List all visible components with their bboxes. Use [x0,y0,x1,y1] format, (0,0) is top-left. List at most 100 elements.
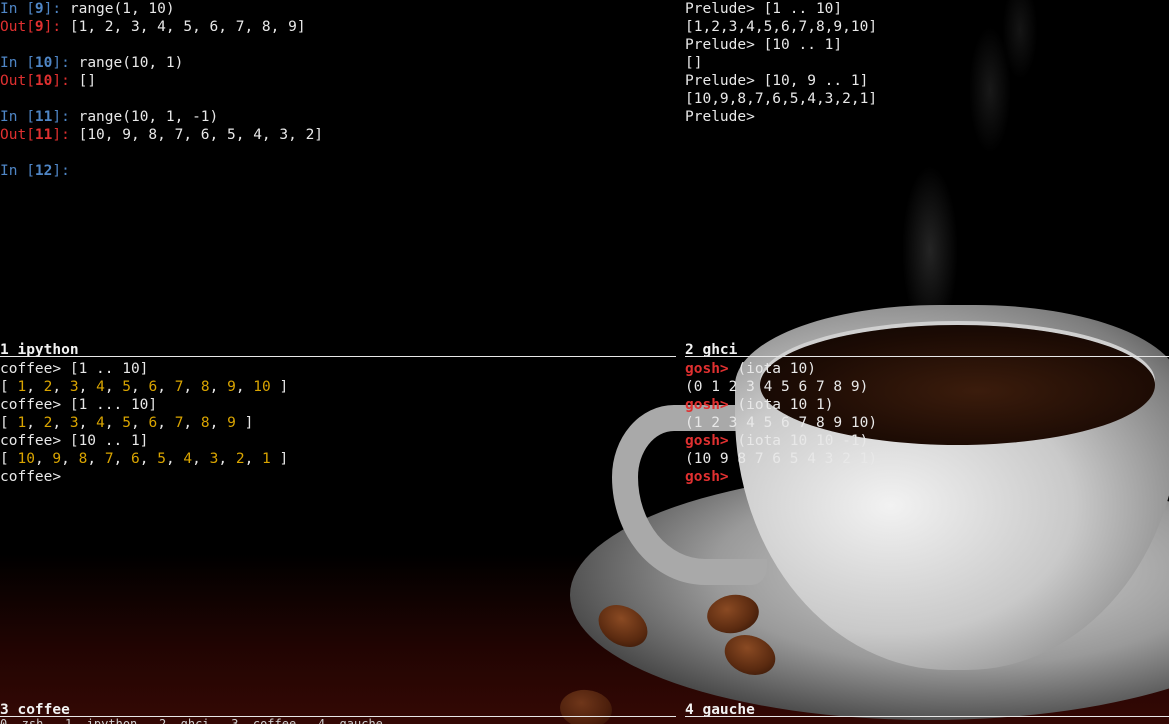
array-number: 5 [122,415,132,431]
pane-ghci[interactable]: Prelude> [1 .. 10] [1,2,3,4,5,6,7,8,9,10]… [685,0,1169,343]
gosh-command: (iota 10 1) [737,397,834,413]
array-number: 6 [148,379,158,395]
prompt-number: 10 [34,73,53,89]
array-separator: , [209,415,228,431]
array-separator: , [157,415,175,431]
ipython-output-line: Out[10]: [] [0,72,676,90]
array-separator: , [78,415,97,431]
array-number: 5 [157,451,166,467]
array-open-bracket: [ [0,415,18,431]
array-number: 1 [17,415,27,431]
array-separator: , [192,451,210,467]
coffee-input-line: coffee> [10 .. 1] [0,432,676,450]
array-number: 10 [17,451,35,467]
prompt-number: 9 [34,1,44,17]
gosh-prompt: gosh> [685,361,738,377]
ghci-line: [1,2,3,4,5,6,7,8,9,10] [685,19,878,35]
array-close-bracket: ] [279,451,289,467]
in-prompt: In [9]: [0,1,70,17]
array-separator: , [104,415,123,431]
out-prompt: Out[9]: [0,19,70,35]
in-prompt: In [12]: [0,163,79,179]
in-prompt: In [11]: [0,109,79,125]
ghci-line: Prelude> [1 .. 10] [685,1,843,17]
array-number: 1 [262,451,271,467]
ipython-output-line: Out[9]: [1, 2, 3, 4, 5, 6, 7, 8, 9] [0,18,676,36]
array-separator: , [113,451,132,467]
pane-ipython[interactable]: In [9]: range(1, 10) Out[9]: [1, 2, 3, 4,… [0,0,676,343]
coffee-input-line: coffee> [1 ... 10] [0,396,676,414]
ghci-line: Prelude> [685,109,755,125]
array-separator: , [183,379,201,395]
ghci-line: [10,9,8,7,6,5,4,3,2,1] [685,91,878,107]
array-separator: , [209,379,228,395]
pane-divider [0,356,676,357]
coffee-prompt: coffee> [0,361,70,377]
gosh-input-line: gosh> (iota 10) [685,360,1169,378]
pane-gauche[interactable]: gosh> (iota 10) (0 1 2 3 4 5 6 7 8 9) gosh… [685,360,1169,703]
output-value: [10, 9, 8, 7, 6, 5, 4, 3, 2] [78,127,324,143]
out-prompt: Out[10]: [0,73,79,89]
gauche-session: gosh> (iota 10) (0 1 2 3 4 5 6 7 8 9) gosh… [685,360,1169,486]
array-open-bracket: [ [0,379,18,395]
ipython-input-line: In [9]: range(1, 10) [0,0,676,18]
coffee-output-line: [ 10, 9, 8, 7, 6, 5, 4, 3, 2, 1 ] [0,450,676,468]
array-number: 7 [104,451,114,467]
array-number: 4 [183,451,193,467]
gosh-prompt: gosh> [685,397,738,413]
array-number: 6 [148,415,158,431]
array-separator: , [26,415,44,431]
array-separator: , [183,415,201,431]
array-close-bracket: ] [279,379,289,395]
prompt-number: 9 [34,19,44,35]
coffee-prompt: coffee> [0,469,62,485]
array-number: 6 [131,451,140,467]
array-number: 4 [96,415,105,431]
coffee-command: [10 .. 1] [69,433,149,449]
pane-divider [0,716,676,717]
gosh-output-line: (1 2 3 4 5 6 7 8 9 10) [685,415,878,431]
array-number: 3 [69,415,79,431]
array-separator: , [218,451,236,467]
array-close-bracket: ] [244,415,254,431]
array-open-bracket: [ [0,451,18,467]
array-separator [271,451,280,467]
array-separator: , [244,451,263,467]
array-separator [236,415,245,431]
gosh-prompt: gosh> [685,433,738,449]
ipython-input-line: In [12]: [0,162,676,180]
ghci-session: Prelude> [1 .. 10] [1,2,3,4,5,6,7,8,9,10]… [685,0,1169,126]
pane-divider [685,356,1169,357]
gosh-output-line: (0 1 2 3 4 5 6 7 8 9) [685,379,869,395]
coffee-session: coffee> [1 .. 10] [ 1, 2, 3, 4, 5, 6, 7, … [0,360,676,486]
array-separator: , [104,379,123,395]
out-prompt: Out[11]: [0,127,79,143]
gosh-command: (iota 10 10 -1) [737,433,869,449]
prompt-number: 11 [34,109,53,125]
pane-coffee[interactable]: coffee> [1 .. 10] [ 1, 2, 3, 4, 5, 6, 7, … [0,360,676,703]
array-separator: , [157,379,175,395]
coffee-command: [1 .. 10] [69,361,149,377]
coffee-input-line: coffee> [1 .. 10] [0,360,676,378]
array-separator: , [165,451,184,467]
output-value: [1, 2, 3, 4, 5, 6, 7, 8, 9] [69,19,306,35]
ghci-line: Prelude> [10 .. 1] [685,37,843,53]
tmux-window-list[interactable]: 0 zsh 1 ipython 2 ghci 3 coffee 4 gauche [0,718,1169,724]
gosh-command: (iota 10) [737,361,816,377]
array-separator: , [78,379,97,395]
gosh-output-line: (10 9 8 7 6 5 4 3 2 1) [685,451,878,467]
coffee-output-line: [ 1, 2, 3, 4, 5, 6, 7, 8, 9 ] [0,414,676,432]
pane-divider [685,716,1169,717]
array-separator: , [131,379,149,395]
prompt-number: 10 [34,55,53,71]
ipython-output-line: Out[11]: [10, 9, 8, 7, 6, 5, 4, 3, 2] [0,126,676,144]
coffee-input-line: coffee> [0,468,676,486]
array-separator: , [131,415,149,431]
input-code: range(10, 1, -1) [78,109,219,125]
array-separator: , [235,379,254,395]
gosh-prompt: gosh> [685,469,729,485]
array-number: 10 [253,379,271,395]
prompt-number: 12 [34,163,53,179]
gosh-input-line: gosh> [685,468,1169,486]
